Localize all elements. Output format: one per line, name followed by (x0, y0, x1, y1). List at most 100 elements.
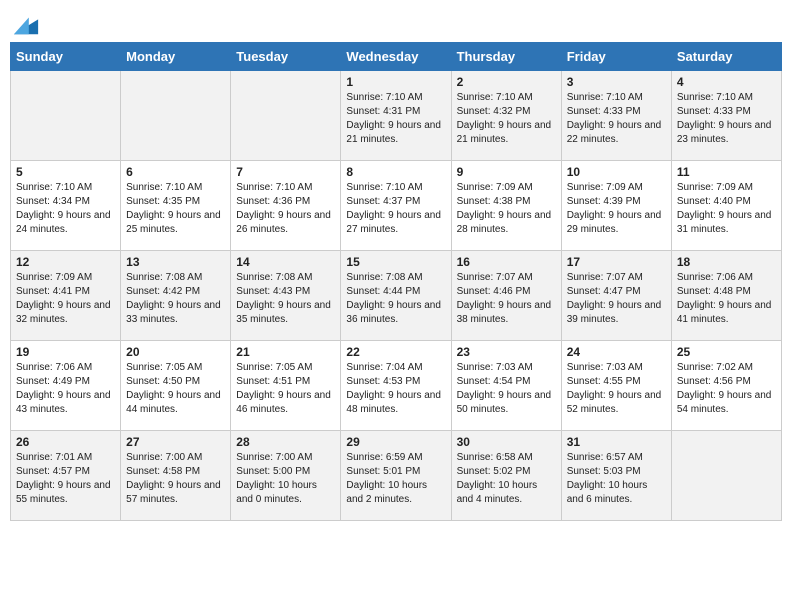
day-number: 6 (126, 165, 225, 179)
day-info: Sunrise: 7:08 AM Sunset: 4:44 PM Dayligh… (346, 271, 445, 327)
calendar-cell: 22 Sunrise: 7:04 AM Sunset: 4:53 PM Dayli… (341, 341, 451, 431)
day-number: 11 (677, 165, 776, 179)
day-number: 20 (126, 345, 225, 359)
day-info: Sunrise: 7:09 AM Sunset: 4:39 PM Dayligh… (567, 181, 666, 237)
calendar-cell (231, 71, 341, 161)
calendar-table: SundayMondayTuesdayWednesdayThursdayFrid… (10, 42, 782, 521)
day-number: 4 (677, 75, 776, 89)
day-info: Sunrise: 7:09 AM Sunset: 4:40 PM Dayligh… (677, 181, 776, 237)
day-info: Sunrise: 7:10 AM Sunset: 4:32 PM Dayligh… (457, 91, 556, 147)
calendar-cell: 21 Sunrise: 7:05 AM Sunset: 4:51 PM Dayli… (231, 341, 341, 431)
day-number: 15 (346, 255, 445, 269)
calendar-cell (121, 71, 231, 161)
day-number: 30 (457, 435, 556, 449)
header-row: SundayMondayTuesdayWednesdayThursdayFrid… (11, 43, 782, 71)
calendar-cell: 15 Sunrise: 7:08 AM Sunset: 4:44 PM Dayli… (341, 251, 451, 341)
day-number: 31 (567, 435, 666, 449)
day-header-tuesday: Tuesday (231, 43, 341, 71)
day-number: 23 (457, 345, 556, 359)
day-number: 1 (346, 75, 445, 89)
calendar-cell: 31 Sunrise: 6:57 AM Sunset: 5:03 PM Dayli… (561, 431, 671, 521)
calendar-cell: 28Sunrise: 7:00 AM Sunset: 5:00 PM Dayli… (231, 431, 341, 521)
day-number: 22 (346, 345, 445, 359)
week-row-5: 26 Sunrise: 7:01 AM Sunset: 4:57 PM Dayli… (11, 431, 782, 521)
day-number: 17 (567, 255, 666, 269)
week-row-3: 12Sunrise: 7:09 AM Sunset: 4:41 PM Dayli… (11, 251, 782, 341)
day-number: 8 (346, 165, 445, 179)
day-info: Sunrise: 7:10 AM Sunset: 4:31 PM Dayligh… (346, 91, 445, 147)
calendar-cell: 6 Sunrise: 7:10 AM Sunset: 4:35 PM Daylig… (121, 161, 231, 251)
day-info: Sunrise: 7:10 AM Sunset: 4:34 PM Dayligh… (16, 181, 115, 237)
day-header-saturday: Saturday (671, 43, 781, 71)
day-info: Sunrise: 7:10 AM Sunset: 4:36 PM Dayligh… (236, 181, 335, 237)
day-info: Sunrise: 7:01 AM Sunset: 4:57 PM Dayligh… (16, 451, 115, 507)
day-number: 14 (236, 255, 335, 269)
calendar-cell: 17 Sunrise: 7:07 AM Sunset: 4:47 PM Dayli… (561, 251, 671, 341)
day-number: 16 (457, 255, 556, 269)
calendar-cell: 27 Sunrise: 7:00 AM Sunset: 4:58 PM Dayli… (121, 431, 231, 521)
calendar-cell: 9 Sunrise: 7:09 AM Sunset: 4:38 PM Daylig… (451, 161, 561, 251)
calendar-cell (11, 71, 121, 161)
day-info: Sunrise: 7:03 AM Sunset: 4:54 PM Dayligh… (457, 361, 556, 417)
day-number: 3 (567, 75, 666, 89)
day-info: Sunrise: 7:00 AM Sunset: 5:00 PM Dayligh… (236, 451, 335, 507)
calendar-cell: 30 Sunrise: 6:58 AM Sunset: 5:02 PM Dayli… (451, 431, 561, 521)
day-number: 25 (677, 345, 776, 359)
day-info: Sunrise: 7:10 AM Sunset: 4:33 PM Dayligh… (567, 91, 666, 147)
calendar-cell: 24 Sunrise: 7:03 AM Sunset: 4:55 PM Dayli… (561, 341, 671, 431)
calendar-cell: 10 Sunrise: 7:09 AM Sunset: 4:39 PM Dayli… (561, 161, 671, 251)
day-info: Sunrise: 7:10 AM Sunset: 4:35 PM Dayligh… (126, 181, 225, 237)
day-info: Sunrise: 6:57 AM Sunset: 5:03 PM Dayligh… (567, 451, 666, 507)
day-info: Sunrise: 7:09 AM Sunset: 4:41 PM Dayligh… (16, 271, 115, 327)
day-header-friday: Friday (561, 43, 671, 71)
day-info: Sunrise: 7:07 AM Sunset: 4:47 PM Dayligh… (567, 271, 666, 327)
day-number: 24 (567, 345, 666, 359)
day-info: Sunrise: 7:06 AM Sunset: 4:49 PM Dayligh… (16, 361, 115, 417)
calendar-cell: 18 Sunrise: 7:06 AM Sunset: 4:48 PM Dayli… (671, 251, 781, 341)
day-number: 21 (236, 345, 335, 359)
calendar-cell: 1 Sunrise: 7:10 AM Sunset: 4:31 PM Daylig… (341, 71, 451, 161)
day-info: Sunrise: 7:10 AM Sunset: 4:33 PM Dayligh… (677, 91, 776, 147)
calendar-cell: 4 Sunrise: 7:10 AM Sunset: 4:33 PM Daylig… (671, 71, 781, 161)
header (10, 10, 782, 32)
day-number: 9 (457, 165, 556, 179)
day-info: Sunrise: 7:02 AM Sunset: 4:56 PM Dayligh… (677, 361, 776, 417)
day-info: Sunrise: 7:07 AM Sunset: 4:46 PM Dayligh… (457, 271, 556, 327)
day-number: 26 (16, 435, 115, 449)
logo (10, 10, 40, 32)
day-number: 18 (677, 255, 776, 269)
page: SundayMondayTuesdayWednesdayThursdayFrid… (0, 0, 792, 531)
day-number: 2 (457, 75, 556, 89)
day-number: 5 (16, 165, 115, 179)
day-info: Sunrise: 7:10 AM Sunset: 4:37 PM Dayligh… (346, 181, 445, 237)
day-info: Sunrise: 7:08 AM Sunset: 4:43 PM Dayligh… (236, 271, 335, 327)
calendar-cell: 14 Sunrise: 7:08 AM Sunset: 4:43 PM Dayli… (231, 251, 341, 341)
calendar-cell: 7Sunrise: 7:10 AM Sunset: 4:36 PM Daylig… (231, 161, 341, 251)
calendar-cell: 25 Sunrise: 7:02 AM Sunset: 4:56 PM Dayli… (671, 341, 781, 431)
day-info: Sunrise: 7:04 AM Sunset: 4:53 PM Dayligh… (346, 361, 445, 417)
day-info: Sunrise: 7:05 AM Sunset: 4:51 PM Dayligh… (236, 361, 335, 417)
day-number: 10 (567, 165, 666, 179)
day-info: Sunrise: 7:00 AM Sunset: 4:58 PM Dayligh… (126, 451, 225, 507)
logo-icon (12, 10, 40, 38)
day-info: Sunrise: 7:06 AM Sunset: 4:48 PM Dayligh… (677, 271, 776, 327)
day-number: 29 (346, 435, 445, 449)
week-row-4: 19 Sunrise: 7:06 AM Sunset: 4:49 PM Dayli… (11, 341, 782, 431)
day-header-thursday: Thursday (451, 43, 561, 71)
calendar-cell: 8 Sunrise: 7:10 AM Sunset: 4:37 PM Daylig… (341, 161, 451, 251)
calendar-cell: 29 Sunrise: 6:59 AM Sunset: 5:01 PM Dayli… (341, 431, 451, 521)
calendar-cell: 13Sunrise: 7:08 AM Sunset: 4:42 PM Dayli… (121, 251, 231, 341)
calendar-cell: 20 Sunrise: 7:05 AM Sunset: 4:50 PM Dayli… (121, 341, 231, 431)
calendar-cell: 2 Sunrise: 7:10 AM Sunset: 4:32 PM Daylig… (451, 71, 561, 161)
day-info: Sunrise: 7:08 AM Sunset: 4:42 PM Dayligh… (126, 271, 225, 327)
calendar-cell: 19 Sunrise: 7:06 AM Sunset: 4:49 PM Dayli… (11, 341, 121, 431)
day-info: Sunrise: 7:05 AM Sunset: 4:50 PM Dayligh… (126, 361, 225, 417)
day-header-wednesday: Wednesday (341, 43, 451, 71)
day-info: Sunrise: 6:58 AM Sunset: 5:02 PM Dayligh… (457, 451, 556, 507)
day-info: Sunrise: 6:59 AM Sunset: 5:01 PM Dayligh… (346, 451, 445, 507)
day-number: 19 (16, 345, 115, 359)
day-info: Sunrise: 7:09 AM Sunset: 4:38 PM Dayligh… (457, 181, 556, 237)
day-info: Sunrise: 7:03 AM Sunset: 4:55 PM Dayligh… (567, 361, 666, 417)
day-header-sunday: Sunday (11, 43, 121, 71)
day-number: 27 (126, 435, 225, 449)
